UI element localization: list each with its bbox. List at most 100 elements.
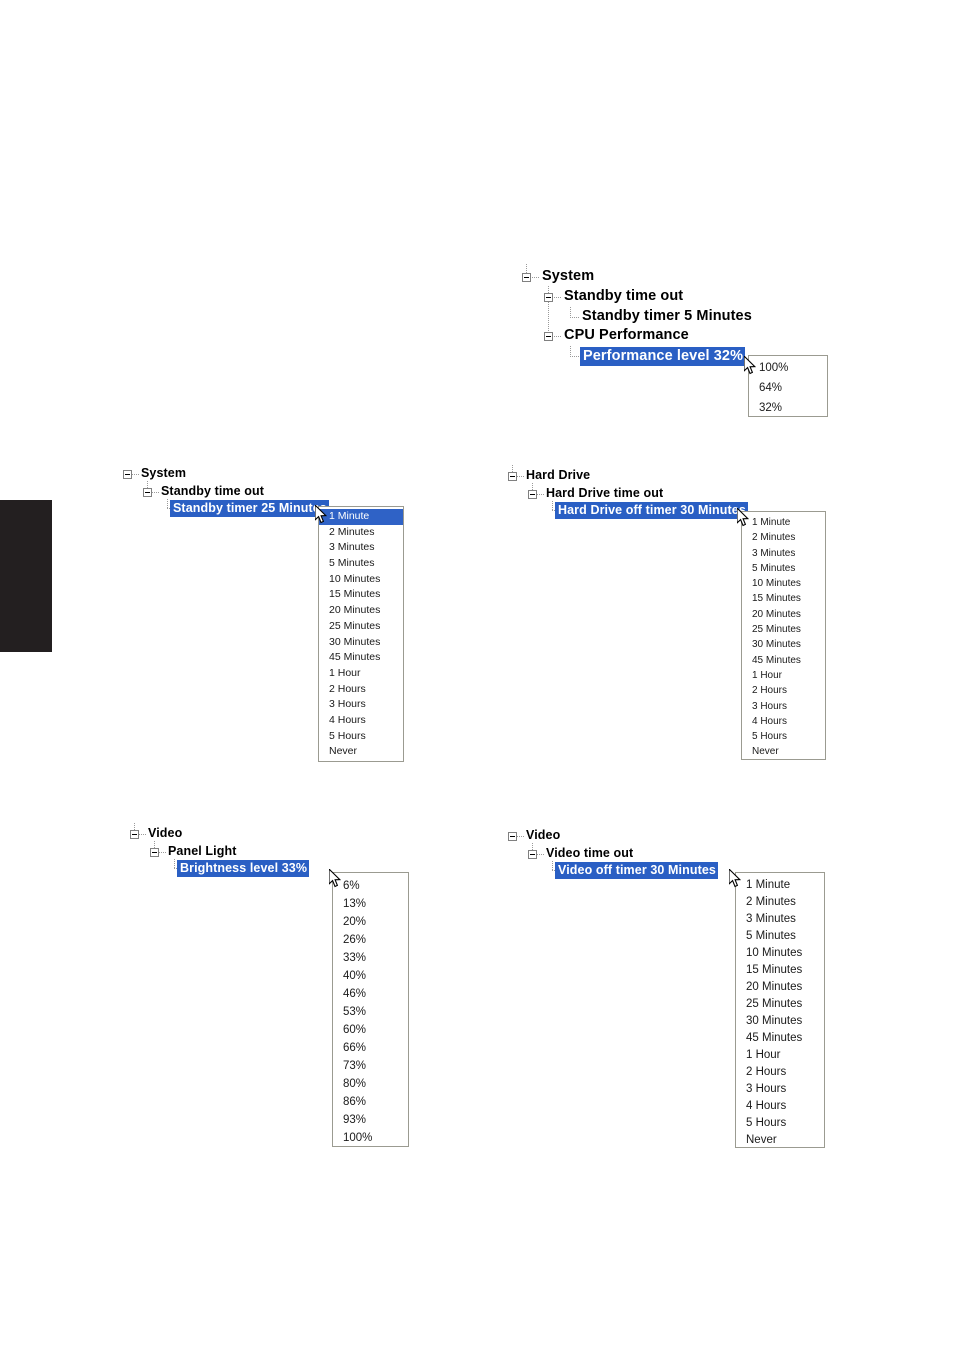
menu-item[interactable]: 10 Minutes xyxy=(736,945,824,962)
menu-item[interactable]: 13% xyxy=(333,895,408,913)
menu-item[interactable]: 1 Hour xyxy=(319,666,403,682)
menu-item[interactable]: 64% xyxy=(749,378,827,398)
menu-item[interactable]: 4 Hours xyxy=(319,713,403,729)
tree-node-label-selected[interactable]: Video off timer 30 Minutes xyxy=(555,862,718,879)
tree-node-label[interactable]: Video xyxy=(526,828,560,842)
menu-item[interactable]: 3 Minutes xyxy=(742,546,825,561)
menu-item[interactable]: 10 Minutes xyxy=(742,576,825,591)
menu-item[interactable]: 15 Minutes xyxy=(319,587,403,603)
menu-item[interactable]: 2 Hours xyxy=(736,1064,824,1081)
tree-node-label[interactable]: Panel Light xyxy=(168,844,236,858)
tree-node-label-selected[interactable]: Brightness level 33% xyxy=(177,860,310,877)
menu-item[interactable]: 2 Hours xyxy=(319,682,403,698)
standby-timer-menu[interactable]: 1 Minute 2 Minutes 3 Minutes 5 Minutes 10 Mi… xyxy=(318,506,404,762)
tree-node-label[interactable]: Standby timer 5 Minutes xyxy=(582,308,752,324)
menu-item[interactable]: 26% xyxy=(333,931,408,949)
menu-item[interactable]: 25 Minutes xyxy=(736,996,824,1013)
menu-item[interactable]: 25 Minutes xyxy=(319,619,403,635)
menu-list: 1 Minute 2 Minutes 3 Minutes 5 Minutes 10 Mi… xyxy=(319,509,403,760)
menu-item[interactable]: 5 Hours xyxy=(742,729,825,744)
menu-item[interactable]: 45 Minutes xyxy=(319,650,403,666)
tree-node-label-selected[interactable]: Standby timer 25 Minutes xyxy=(170,500,329,517)
menu-item[interactable]: 73% xyxy=(333,1057,408,1075)
menu-item[interactable]: 5 Minutes xyxy=(319,556,403,572)
tree-node-label[interactable]: Hard Drive time out xyxy=(546,486,663,500)
menu-item[interactable]: 33% xyxy=(333,949,408,967)
tree-node-label[interactable]: Video time out xyxy=(546,846,633,860)
menu-item[interactable]: 25 Minutes xyxy=(742,622,825,637)
expander-system[interactable] xyxy=(522,273,531,282)
menu-item[interactable]: 30 Minutes xyxy=(742,637,825,652)
expander-hard-drive[interactable] xyxy=(508,472,517,481)
menu-item[interactable]: 1 Hour xyxy=(742,668,825,683)
expander-hard-drive-time-out[interactable] xyxy=(528,490,537,499)
menu-item[interactable]: 20 Minutes xyxy=(319,603,403,619)
menu-item[interactable]: 45 Minutes xyxy=(736,1030,824,1047)
tree-node-label[interactable]: Standby time out xyxy=(564,288,683,304)
menu-item[interactable]: 40% xyxy=(333,967,408,985)
menu-item[interactable]: 4 Hours xyxy=(736,1098,824,1115)
menu-item[interactable]: 1 Minute xyxy=(319,509,403,525)
menu-item[interactable]: 6% xyxy=(333,877,408,895)
menu-item[interactable]: 3 Hours xyxy=(736,1081,824,1098)
menu-item[interactable]: 2 Minutes xyxy=(319,525,403,541)
cpu-performance-level-menu[interactable]: 100% 64% 32% xyxy=(748,355,828,417)
hard-drive-off-timer-menu[interactable]: 1 Minute 2 Minutes 3 Minutes 5 Minutes 10 Mi… xyxy=(741,511,826,760)
menu-item[interactable]: 66% xyxy=(333,1039,408,1057)
expander-system[interactable] xyxy=(123,470,132,479)
menu-item[interactable]: 2 Hours xyxy=(742,683,825,698)
menu-item[interactable]: 20% xyxy=(333,913,408,931)
menu-item[interactable]: 46% xyxy=(333,985,408,1003)
brightness-level-menu[interactable]: 6% 13% 20% 26% 33% 40% 46% 53% 60% 66% 73% 80% 86% 93… xyxy=(332,872,409,1147)
menu-item[interactable]: 3 Minutes xyxy=(319,540,403,556)
menu-item[interactable]: 3 Minutes xyxy=(736,911,824,928)
expander-video-time-out[interactable] xyxy=(528,850,537,859)
menu-item[interactable]: 10 Minutes xyxy=(319,572,403,588)
menu-item[interactable]: 15 Minutes xyxy=(742,591,825,606)
menu-item[interactable]: 5 Minutes xyxy=(736,928,824,945)
menu-item[interactable]: 93% xyxy=(333,1111,408,1129)
expander-video[interactable] xyxy=(508,832,517,841)
tree-node-label[interactable]: System xyxy=(542,268,594,284)
menu-item[interactable]: 53% xyxy=(333,1003,408,1021)
menu-item[interactable]: 2 Minutes xyxy=(742,530,825,545)
menu-item[interactable]: 15 Minutes xyxy=(736,962,824,979)
menu-item[interactable]: Never xyxy=(736,1132,824,1149)
video-off-timer-menu[interactable]: 1 Minute 2 Minutes 3 Minutes 5 Minutes 10 Mi… xyxy=(735,872,825,1148)
tree-node-label[interactable]: System xyxy=(141,466,186,480)
menu-item[interactable]: 80% xyxy=(333,1075,408,1093)
menu-item[interactable]: Never xyxy=(319,744,403,760)
tree-node-label-selected[interactable]: Performance level 32% xyxy=(580,347,746,366)
menu-item[interactable]: 3 Hours xyxy=(319,697,403,713)
menu-item[interactable]: 20 Minutes xyxy=(742,607,825,622)
expander-standby-time-out[interactable] xyxy=(544,293,553,302)
expander-video[interactable] xyxy=(130,830,139,839)
menu-item[interactable]: 4 Hours xyxy=(742,714,825,729)
menu-item[interactable]: Never xyxy=(742,744,825,759)
menu-item[interactable]: 1 Minute xyxy=(742,515,825,530)
menu-item[interactable]: 2 Minutes xyxy=(736,894,824,911)
menu-item[interactable]: 5 Hours xyxy=(736,1115,824,1132)
menu-item[interactable]: 5 Minutes xyxy=(742,561,825,576)
tree-node-label[interactable]: Hard Drive xyxy=(526,468,590,482)
expander-standby-time-out[interactable] xyxy=(143,488,152,497)
menu-item[interactable]: 86% xyxy=(333,1093,408,1111)
menu-item[interactable]: 100% xyxy=(333,1129,408,1147)
menu-item[interactable]: 20 Minutes xyxy=(736,979,824,996)
menu-item[interactable]: 1 Minute xyxy=(736,877,824,894)
menu-item[interactable]: 60% xyxy=(333,1021,408,1039)
tree-node-label[interactable]: CPU Performance xyxy=(564,327,689,343)
menu-item[interactable]: 3 Hours xyxy=(742,699,825,714)
tree-node-label[interactable]: Standby time out xyxy=(161,484,264,498)
menu-item[interactable]: 45 Minutes xyxy=(742,653,825,668)
menu-item[interactable]: 30 Minutes xyxy=(319,635,403,651)
menu-item[interactable]: 100% xyxy=(749,358,827,378)
menu-item[interactable]: 32% xyxy=(749,398,827,418)
menu-item[interactable]: 1 Hour xyxy=(736,1047,824,1064)
expander-cpu-performance[interactable] xyxy=(544,332,553,341)
menu-item[interactable]: 5 Hours xyxy=(319,729,403,745)
tree-node-label-selected[interactable]: Hard Drive off timer 30 Minutes xyxy=(555,502,748,519)
expander-panel-light[interactable] xyxy=(150,848,159,857)
menu-item[interactable]: 30 Minutes xyxy=(736,1013,824,1030)
tree-node-label[interactable]: Video xyxy=(148,826,182,840)
